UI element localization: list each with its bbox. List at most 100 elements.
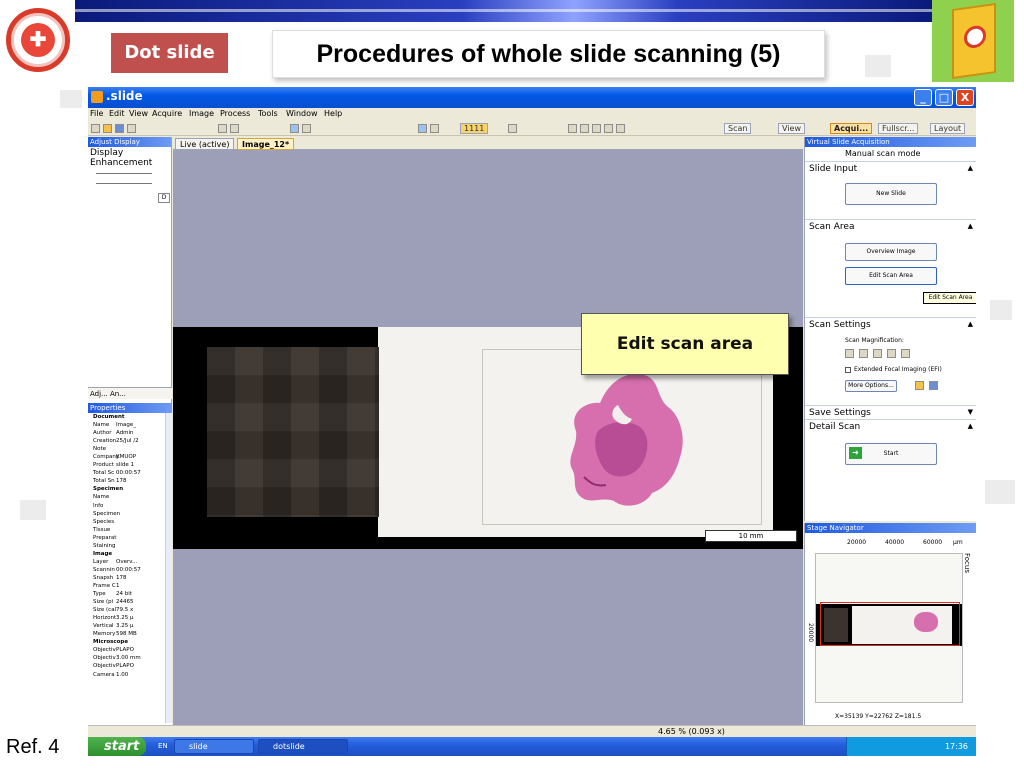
properties-row: ObjectivPLAPO xyxy=(88,646,172,654)
minimize-button[interactable]: _ xyxy=(914,89,932,106)
scan-settings-section: Scan Settings ▲ xyxy=(805,317,976,332)
brightness-slider[interactable] xyxy=(96,173,152,174)
tile-icon[interactable] xyxy=(418,124,427,133)
property-key: Horizont xyxy=(93,615,117,622)
redo-icon[interactable] xyxy=(230,124,239,133)
save-icon[interactable] xyxy=(115,124,124,133)
start-button[interactable]: start xyxy=(88,737,146,756)
property-value: 24 bit xyxy=(116,591,132,598)
save-settings-icon[interactable] xyxy=(929,381,938,390)
property-key: Scannin xyxy=(93,566,115,573)
property-value: Overv... xyxy=(116,558,138,565)
decor-square xyxy=(20,500,46,520)
tab-scan[interactable]: Scan xyxy=(724,123,752,134)
properties-row: Frame C1 xyxy=(88,582,172,590)
property-key: Total Sn xyxy=(93,478,115,485)
new-slide-button[interactable]: New Slide xyxy=(845,183,937,205)
tab-fullscreen[interactable]: Fullscr... xyxy=(878,123,919,134)
menu-view[interactable]: View xyxy=(129,109,148,118)
zoom-icon[interactable] xyxy=(290,124,299,133)
decor-square xyxy=(60,90,82,108)
scan-area-section: Scan Area ▲ xyxy=(805,219,976,234)
slide-title: Procedures of whole slide scanning (5) xyxy=(272,30,825,78)
tab-live[interactable]: Live (active) xyxy=(175,138,235,150)
clock: 17:36 xyxy=(944,742,968,751)
magic-icon[interactable] xyxy=(508,124,517,133)
tab-image[interactable]: Image_12* xyxy=(237,138,295,150)
mag-3-icon[interactable] xyxy=(592,124,601,133)
property-key: Specimen xyxy=(93,510,121,517)
menu-help[interactable]: Help xyxy=(324,109,342,118)
mag-5-icon[interactable] xyxy=(616,124,625,133)
display-default-button[interactable]: D xyxy=(158,193,170,203)
capture-icon[interactable] xyxy=(430,124,439,133)
efi-label: Extended Focal Imaging (EFI) xyxy=(854,366,942,373)
main-toolbar: 1111 Scan View Acqui... Fullscr... Layou… xyxy=(88,121,976,136)
mag-option-icon[interactable] xyxy=(887,349,896,358)
mag-option-icon[interactable] xyxy=(901,349,910,358)
properties-row: CompanyKMUOP xyxy=(88,453,172,461)
taskbar-item-slide[interactable]: slide xyxy=(174,739,254,754)
property-key: Specimen xyxy=(93,486,124,493)
open-icon[interactable] xyxy=(103,124,112,133)
property-key: Product xyxy=(93,462,114,469)
layout-dropdown[interactable]: Layout xyxy=(930,123,966,134)
menu-tools[interactable]: Tools xyxy=(258,109,278,118)
properties-section-header: Microscope xyxy=(88,638,172,646)
contrast-slider[interactable] xyxy=(96,183,152,184)
menu-file[interactable]: File xyxy=(90,109,103,118)
menu-process[interactable]: Process xyxy=(220,109,250,118)
toolbar-counter: 1111 xyxy=(460,123,489,134)
mag-1-icon[interactable] xyxy=(568,124,577,133)
properties-row: Horizont3.25 µ xyxy=(88,614,172,622)
menu-window[interactable]: Window xyxy=(286,109,318,118)
grid-icon[interactable] xyxy=(302,124,311,133)
close-button[interactable]: X xyxy=(956,89,974,106)
property-value: 598 MB xyxy=(116,631,137,638)
top-banner-stripe xyxy=(75,0,935,22)
language-indicator[interactable]: EN xyxy=(158,742,168,750)
property-key: Name xyxy=(93,422,110,429)
left-panel-tabs[interactable]: Adj... An... xyxy=(88,387,172,399)
undo-icon[interactable] xyxy=(218,124,227,133)
stage-navigator-title: Stage Navigator xyxy=(805,523,976,533)
maximize-button[interactable]: □ xyxy=(935,89,953,106)
left-panel: Adjust Display Display Enhancement D Adj… xyxy=(88,137,172,725)
mag-option-icon[interactable] xyxy=(845,349,854,358)
property-key: Tissue xyxy=(93,526,111,533)
new-icon[interactable] xyxy=(91,124,100,133)
tab-acquisition[interactable]: Acqui... xyxy=(830,123,873,134)
tab-view[interactable]: View xyxy=(778,123,805,134)
menu-image[interactable]: Image xyxy=(189,109,214,118)
stage-navigator-map[interactable] xyxy=(815,553,963,703)
mag-option-icon[interactable] xyxy=(873,349,882,358)
property-value: slide 1 xyxy=(116,462,135,469)
menu-edit[interactable]: Edit xyxy=(109,109,125,118)
properties-panel: Properties Document Name Image_ Author Admin… xyxy=(88,403,172,725)
menu-acquire[interactable]: Acquire xyxy=(152,109,182,118)
detail-scan-label: Detail Scan xyxy=(809,422,861,432)
property-key: Creation xyxy=(93,438,117,445)
window-title: .slide xyxy=(106,89,143,103)
efi-checkbox[interactable] xyxy=(845,367,851,373)
open-settings-icon[interactable] xyxy=(915,381,924,390)
mag-4-icon[interactable] xyxy=(604,124,613,133)
properties-scrollbar[interactable] xyxy=(165,413,172,723)
properties-row: Creation25/Jul /2 xyxy=(88,437,172,445)
property-key: Objectiv xyxy=(93,663,116,670)
properties-row: ObjectivPLAPO xyxy=(88,662,172,670)
edit-scan-area-button[interactable]: Edit Scan Area xyxy=(845,267,937,285)
property-value: 178 xyxy=(116,478,127,485)
more-options-button[interactable]: More Options... xyxy=(845,380,897,392)
nav-scan-area-rect[interactable] xyxy=(820,602,960,646)
print-icon[interactable] xyxy=(127,124,136,133)
taskbar-item-dotslide[interactable]: dotslide xyxy=(258,739,348,754)
properties-row: Staining xyxy=(88,542,172,550)
mag-2-icon[interactable] xyxy=(580,124,589,133)
property-key: Info xyxy=(93,502,104,509)
mag-option-icon[interactable] xyxy=(859,349,868,358)
save-settings-section: Save Settings ▼ xyxy=(805,405,976,420)
overview-image-button[interactable]: Overview Image xyxy=(845,243,937,261)
property-value: 00:00:57 xyxy=(116,470,141,477)
properties-row: Species xyxy=(88,518,172,526)
